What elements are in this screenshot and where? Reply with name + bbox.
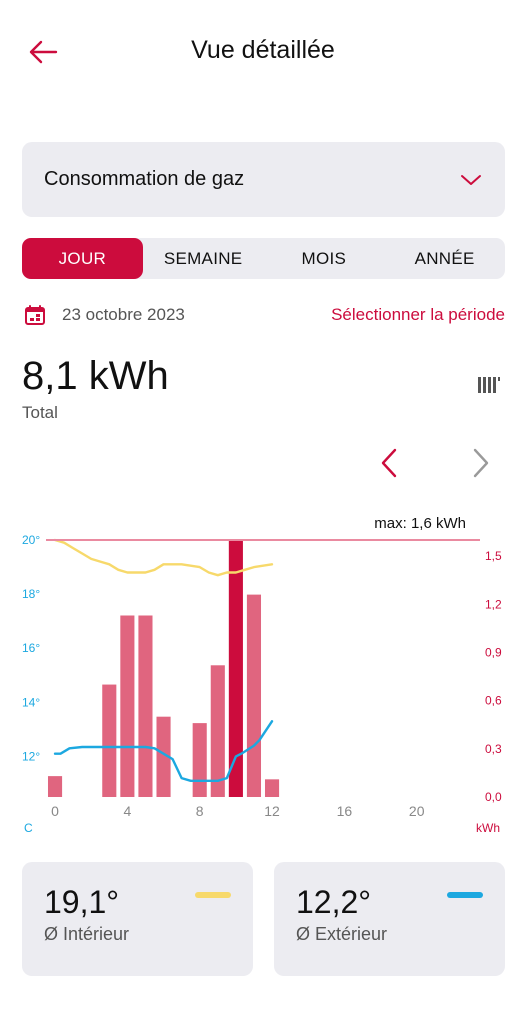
outdoor-temp-card: 12,2° Ø Extérieur <box>274 862 505 976</box>
consumption-bar <box>138 615 153 797</box>
hour-tick-label: 12 <box>264 803 280 819</box>
temperature-tick-label: 20° <box>22 533 40 547</box>
period-tabs: JOUR SEMAINE MOIS ANNÉE <box>22 238 505 279</box>
outdoor-legend-swatch <box>447 892 483 898</box>
tab-mois[interactable]: MOIS <box>264 238 385 279</box>
kwh-tick-label: 0,6 <box>485 694 502 708</box>
chevron-right-icon <box>473 448 489 478</box>
energy-type-dropdown[interactable]: Consommation de gaz <box>22 142 505 217</box>
chevron-down-icon <box>459 168 483 192</box>
temperature-tick-label: 18° <box>22 587 40 601</box>
kwh-tick-label: 0,9 <box>485 645 502 659</box>
meter-icon[interactable] <box>476 374 502 396</box>
outdoor-temp-label: Ø Extérieur <box>296 924 388 944</box>
consumption-chart: max: 1,6 kWh 12° 14° 16° 18° 20° 0,0 0,3 0,6 0,9 1… <box>22 515 502 835</box>
kwh-tick-label: 1,5 <box>485 549 502 563</box>
consumption-bar <box>210 665 225 797</box>
hour-tick-label: 4 <box>123 803 131 819</box>
next-period-button[interactable] <box>464 444 498 482</box>
outdoor-temp-value: 12,2° <box>296 884 372 920</box>
hour-tick-label: 16 <box>337 803 353 819</box>
consumption-bar <box>192 723 207 797</box>
select-period-link[interactable]: Sélectionner la période <box>331 305 505 325</box>
temperature-tick-label: 14° <box>22 695 40 709</box>
hour-tick-label: 20 <box>409 803 425 819</box>
chevron-left-icon <box>381 448 397 478</box>
dropdown-label: Consommation de gaz <box>44 168 245 190</box>
header: Vue détaillée <box>0 0 526 100</box>
indoor-temp-value: 19,1° <box>44 884 120 920</box>
total-label: Total <box>22 403 58 422</box>
temperature-tick-label: 16° <box>22 641 40 655</box>
tab-semaine[interactable]: SEMAINE <box>143 238 264 279</box>
calendar-icon <box>22 302 48 328</box>
kwh-tick-label: 0,3 <box>485 742 502 756</box>
consumption-bar <box>246 594 262 797</box>
indoor-temp-label: Ø Intérieur <box>44 924 130 944</box>
max-label: max: 1,6 kWh <box>374 515 466 532</box>
tab-annee[interactable]: ANNÉE <box>384 238 505 279</box>
hour-tick-label: 8 <box>196 803 204 819</box>
selected-date: 23 octobre 2023 <box>62 305 185 324</box>
temperature-unit-label: C <box>24 821 33 835</box>
temperature-tick-label: 12° <box>22 749 40 763</box>
consumption-bar <box>102 684 117 797</box>
kwh-tick-label: 1,2 <box>485 597 502 611</box>
kwh-tick-label: 0,0 <box>485 790 502 804</box>
previous-period-button[interactable] <box>372 444 406 482</box>
total-value: 8,1 kWh <box>22 354 169 398</box>
page-title: Vue détaillée <box>191 36 335 64</box>
hour-tick-label: 0 <box>51 803 59 819</box>
indoor-temp-card: 19,1° Ø Intérieur <box>22 862 253 976</box>
tab-jour[interactable]: JOUR <box>22 238 143 279</box>
consumption-bar <box>47 776 63 797</box>
consumption-bar <box>264 779 280 797</box>
consumption-bar <box>120 615 135 797</box>
date-row: 23 octobre 2023 Sélectionner la période <box>22 300 505 330</box>
indoor-legend-swatch <box>195 892 231 898</box>
kwh-unit-label: kWh <box>476 821 500 835</box>
